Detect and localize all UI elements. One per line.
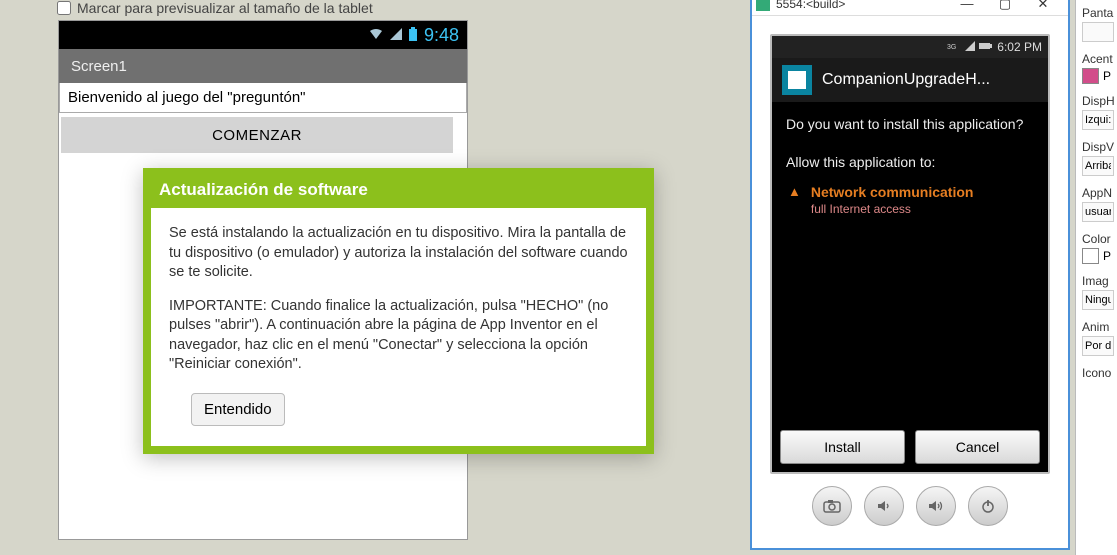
prop-dispv-input[interactable] xyxy=(1082,156,1114,176)
camera-icon[interactable] xyxy=(812,486,852,526)
android-signal-icon xyxy=(965,41,975,54)
prop-anim-label: Anim xyxy=(1082,320,1111,334)
screen-title: Screen1 xyxy=(71,58,127,75)
install-body: Do you want to install this application?… xyxy=(772,102,1048,216)
prop-image-label: Imag xyxy=(1082,274,1111,288)
prop-pantalla-input[interactable] xyxy=(1082,22,1114,42)
emulator-favicon xyxy=(756,0,770,11)
statusbar-clock: 9:48 xyxy=(424,25,459,46)
prop-color-value: P xyxy=(1103,249,1111,263)
app-body: Bienvenido al juego del "preguntón" COME… xyxy=(59,83,467,153)
wifi-icon xyxy=(368,28,384,43)
android-3g-icon: 3G xyxy=(947,41,961,54)
dialog-paragraph-1: Se está instalando la actualización en t… xyxy=(169,224,628,283)
install-header: CompanionUpgradeH... xyxy=(772,58,1048,102)
properties-panel: Panta Acent P DispH DispV AppN Color P I… xyxy=(1075,0,1117,555)
apk-icon xyxy=(782,65,812,95)
tablet-preview-checkbox[interactable] xyxy=(57,1,71,15)
volume-down-icon[interactable] xyxy=(864,486,904,526)
svg-text:3G: 3G xyxy=(947,44,956,51)
prop-icon-label: Icono xyxy=(1082,366,1111,380)
maximize-button[interactable]: ▢ xyxy=(986,0,1024,12)
emulator-controls xyxy=(770,474,1050,526)
android-clock: 6:02 PM xyxy=(997,40,1042,54)
prop-appname-input[interactable] xyxy=(1082,202,1114,222)
dialog-paragraph-2: IMPORTANTE: Cuando finalice la actualiza… xyxy=(169,297,628,375)
android-statusbar: 3G 6:02 PM xyxy=(772,36,1048,58)
prop-appname-label: AppN xyxy=(1082,186,1111,200)
install-button-row: Install Cancel xyxy=(780,430,1040,464)
welcome-label: Bienvenido al juego del "preguntón" xyxy=(59,83,467,113)
warning-icon: ▲ xyxy=(788,184,801,199)
prop-anim-input[interactable] xyxy=(1082,336,1114,356)
permission-row: ▲ Network communication full Internet ac… xyxy=(788,184,1034,216)
prop-disph-input[interactable] xyxy=(1082,110,1114,130)
close-button[interactable]: ✕ xyxy=(1024,0,1062,12)
software-update-dialog: Actualización de software Se está instal… xyxy=(143,168,654,454)
allow-label: Allow this application to: xyxy=(786,154,1034,170)
prop-image-input[interactable] xyxy=(1082,290,1114,310)
screen-title-bar: Screen1 xyxy=(59,49,467,83)
prop-color-label: Color xyxy=(1082,232,1111,246)
prop-accent-value: P xyxy=(1103,69,1111,83)
prop-dispv-label: DispV xyxy=(1082,140,1111,154)
permission-subtitle: full Internet access xyxy=(811,202,974,216)
prop-pantalla-label: Panta xyxy=(1082,6,1111,20)
accent-color-swatch[interactable] xyxy=(1082,68,1099,84)
emulator-window-title: 5554:<build> xyxy=(776,0,948,11)
tablet-preview-label: Marcar para previsualizar al tamaño de l… xyxy=(77,0,373,16)
prop-disph-label: DispH xyxy=(1082,94,1111,108)
minimize-button[interactable]: — xyxy=(948,0,986,11)
prop-accent-label: Acent xyxy=(1082,52,1111,66)
phone-statusbar: 9:48 xyxy=(59,21,467,49)
apk-name: CompanionUpgradeH... xyxy=(822,71,990,89)
signal-icon xyxy=(390,28,402,43)
android-battery-icon xyxy=(979,41,993,54)
permission-title: Network communication xyxy=(811,184,974,200)
emulator-titlebar: 5554:<build> — ▢ ✕ xyxy=(752,0,1068,16)
android-frame: 3G 6:02 PM CompanionUpgradeH... Do you w… xyxy=(770,34,1050,474)
dialog-body: Se está instalando la actualización en t… xyxy=(151,208,646,446)
bg-color-swatch[interactable] xyxy=(1082,248,1099,264)
volume-up-icon[interactable] xyxy=(916,486,956,526)
cancel-button[interactable]: Cancel xyxy=(915,430,1040,464)
install-button[interactable]: Install xyxy=(780,430,905,464)
emulator-screen-area: 3G 6:02 PM CompanionUpgradeH... Do you w… xyxy=(752,16,1068,526)
comenzar-button[interactable]: COMENZAR xyxy=(61,117,453,153)
tablet-preview-row: Marcar para previsualizar al tamaño de l… xyxy=(57,0,373,16)
battery-icon xyxy=(408,27,418,44)
entendido-button[interactable]: Entendido xyxy=(191,393,285,426)
emulator-window: 5554:<build> — ▢ ✕ 3G 6:02 PM CompanionU… xyxy=(750,0,1070,550)
power-icon[interactable] xyxy=(968,486,1008,526)
install-question: Do you want to install this application? xyxy=(786,116,1034,132)
dialog-title: Actualización de software xyxy=(151,176,646,208)
